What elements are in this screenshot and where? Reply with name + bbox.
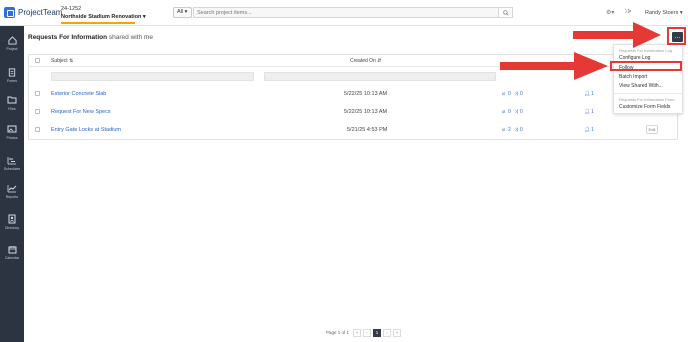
prev-page-button[interactable]: ‹ (363, 328, 372, 337)
attachment-count: 0 (508, 91, 511, 97)
home-icon (7, 35, 17, 45)
dropdown-section-form: Requests For Information Form (619, 97, 675, 102)
project-name: Northside Stadium Renovation ▾ (61, 14, 146, 20)
logo-icon (4, 7, 15, 18)
sidebar-item-label: Calendar (4, 256, 20, 260)
select-all-checkbox[interactable] (35, 58, 40, 63)
page-title: Requests For Information shared with me (28, 34, 153, 41)
dropdown-divider (614, 93, 682, 94)
customize-form-fields-item[interactable]: Customize Form Fields (619, 104, 670, 110)
sidebar-item-label: Project (6, 47, 18, 51)
sidebar-item-files[interactable]: Files (0, 94, 24, 120)
attachment-count: 2 (508, 127, 511, 133)
logo-text: ProjectTeam (18, 8, 63, 17)
chart-icon (7, 184, 17, 192)
sidebar-item-label: Reports (5, 195, 19, 199)
gantt-icon (7, 156, 16, 164)
row-created-on: 5/21/25 4:53 PM (347, 127, 388, 133)
link-icon: ⤨ (514, 127, 519, 133)
pagination: Page 1 of 1 « ‹ 1 › » (326, 328, 403, 337)
annotation-arrow-menu (573, 22, 661, 48)
people-count: 1 (591, 91, 594, 97)
person-icon: 👤︎ (584, 127, 591, 133)
row-subject-link[interactable]: Exterior Concrete Slab (51, 91, 106, 97)
project-selector[interactable]: 24-1252 Northside Stadium Renovation ▾ (61, 5, 146, 24)
link-count: 0 (520, 109, 523, 115)
sidebar-item-label: Files (8, 107, 16, 111)
sidebar-item-directory[interactable]: Directory (0, 213, 24, 239)
contact-icon (8, 214, 16, 224)
sidebar-item-reports[interactable]: Reports (0, 182, 24, 208)
last-page-button[interactable]: » (393, 328, 402, 337)
app-logo[interactable]: ProjectTeam (4, 7, 62, 18)
table-row[interactable]: Exterior Concrete Slab 5/22/25 10:13 AM … (29, 86, 677, 103)
link-icon: ⤨ (514, 109, 519, 115)
row-created-on: 5/22/25 10:13 AM (344, 109, 388, 115)
annotation-highlight-menu (667, 27, 686, 45)
page-title-main: Requests For Information (28, 34, 108, 41)
link-count: 0 (520, 91, 523, 97)
row-checkbox[interactable] (35, 91, 40, 96)
document-icon (8, 67, 16, 77)
sidebar-item-label: Forms (7, 79, 17, 83)
page-button-current[interactable]: 1 (373, 328, 382, 337)
row-checkbox[interactable] (35, 109, 40, 114)
sidebar-item-project[interactable]: Project (0, 34, 24, 60)
page-count-label: Page 1 of 1 (326, 330, 350, 335)
batch-import-item[interactable]: Batch Import (619, 74, 647, 80)
row-subject-link[interactable]: Entry Gate Locks at Stadium (51, 127, 121, 133)
search-button[interactable] (499, 7, 513, 18)
project-underline (61, 22, 135, 24)
attachment-count: 0 (508, 109, 511, 115)
created-on-filter-input[interactable] (264, 72, 496, 81)
sidebar-item-schedules[interactable]: Schedules (0, 154, 24, 180)
search-input[interactable] (193, 7, 499, 18)
view-shared-with-item[interactable]: View Shared With... (619, 83, 663, 89)
person-icon: 👤︎ (584, 109, 591, 115)
sidebar: Project Forms Files Photos Schedules Rep… (0, 26, 24, 342)
attachment-icon: ⌀ (502, 127, 506, 133)
row-checkbox[interactable] (35, 127, 40, 132)
page-title-sub: shared with me (108, 34, 153, 41)
folder-icon (7, 96, 17, 104)
search-scope-select[interactable]: All ▾ (173, 7, 192, 18)
actions-dropdown-menu: Requests For Information Log Configure L… (613, 44, 683, 114)
attachment-icon: ⌀ (502, 109, 506, 115)
link-count: 0 (520, 127, 523, 133)
settings-icon[interactable]: ⚙▾ (606, 9, 614, 16)
sidebar-item-photos[interactable]: Photos (0, 123, 24, 149)
row-subject-link[interactable]: Request For New Specs (51, 109, 111, 115)
sidebar-item-label: Schedules (3, 167, 21, 171)
attachment-icon: ⌀ (502, 91, 506, 97)
calendar-icon (8, 245, 16, 253)
sidebar-item-forms[interactable]: Forms (0, 66, 24, 92)
project-number: 24-1252 (61, 6, 82, 12)
people-count: 1 (591, 127, 594, 133)
sidebar-item-calendar[interactable]: Calendar (0, 243, 24, 269)
subject-filter-input[interactable] (51, 72, 254, 81)
annotation-arrow-follow (500, 52, 608, 80)
person-icon: 👤︎ (584, 91, 591, 97)
search-icon (502, 9, 509, 16)
table-row[interactable]: Entry Gate Locks at Stadium 5/21/25 4:53… (29, 122, 677, 139)
next-page-button[interactable]: › (383, 328, 392, 337)
edit-button[interactable]: Edit (646, 125, 658, 134)
shuffle-icon[interactable]: ⤨▾ (624, 9, 631, 16)
table-row[interactable]: Request For New Specs 5/22/25 10:13 AM ⌀… (29, 104, 677, 121)
column-header-subject[interactable]: Subject ⇅ (51, 58, 73, 64)
sidebar-item-label: Directory (4, 226, 19, 230)
user-menu[interactable]: Randy Stoers ▾ (645, 10, 683, 16)
first-page-button[interactable]: « (353, 328, 362, 337)
link-icon: ⤨ (514, 91, 519, 97)
row-created-on: 5/22/25 10:13 AM (344, 91, 388, 97)
image-icon (7, 125, 17, 133)
annotation-highlight-follow (610, 61, 682, 71)
people-count: 1 (591, 109, 594, 115)
column-header-created-on[interactable]: Created On ⇵ (350, 58, 381, 64)
sidebar-item-label: Photos (6, 136, 18, 140)
